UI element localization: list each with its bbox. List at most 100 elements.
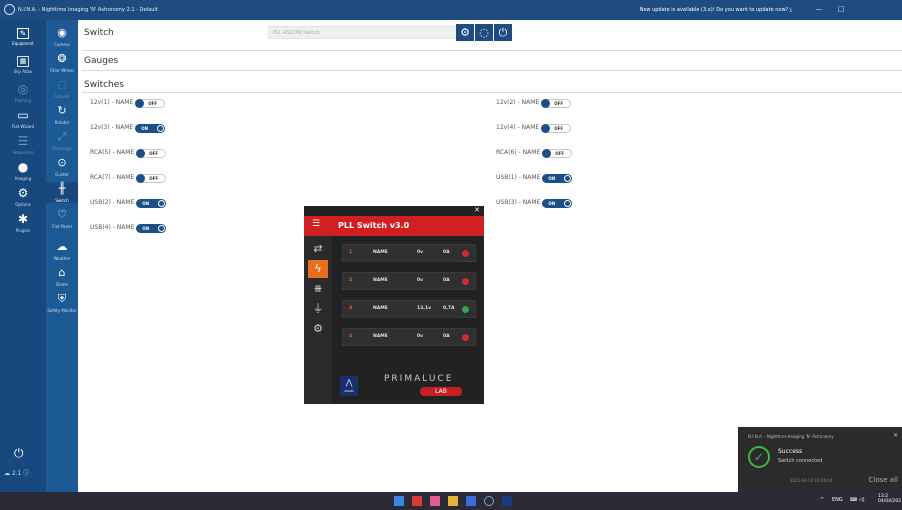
language-indicator[interactable]: ENG	[832, 497, 843, 503]
nav-sky-atlas[interactable]: ▦ Sky Atlas	[0, 56, 46, 74]
subnav-safety-monitor[interactable]: ⛨ Safety Monitor	[46, 292, 78, 313]
filter-wheel-icon: ❂	[57, 52, 67, 65]
device-select[interactable]: PLL ASCOM Switch ⌄	[268, 26, 468, 39]
hamburger-menu-icon[interactable]: ☰	[312, 219, 320, 229]
nav-equipment[interactable]: ✎ Equipment	[0, 28, 46, 46]
disconnect-button[interactable]: ⏻	[494, 24, 512, 41]
switch-toggle[interactable]: ON	[542, 173, 573, 183]
pll-output-row[interactable]: 2 NAME 0v 0A	[342, 272, 476, 290]
subnav-weather[interactable]: ☁ Weather	[46, 240, 78, 261]
switch-toggle[interactable]: OFF	[542, 148, 573, 158]
subnav-label: Weather	[53, 256, 71, 261]
tray-icons[interactable]: ⌨ ◁)	[850, 497, 865, 503]
usb-icon[interactable]: ⏚	[308, 300, 328, 318]
subnav-dome[interactable]: ⌂ Dome	[46, 266, 78, 287]
switch-icon: ╫	[58, 182, 66, 195]
sliders-icon[interactable]: ⧻	[308, 280, 328, 298]
clock[interactable]: 13:2 04/04/202	[878, 494, 901, 504]
subnav-camera[interactable]: ◉ Camera	[46, 26, 78, 47]
toggle-knob	[158, 224, 166, 232]
pll-row-num: 1	[349, 250, 353, 255]
toggle-state: OFF	[554, 100, 564, 106]
toggle-state: OFF	[148, 100, 158, 106]
options-icon: ⚙	[17, 186, 29, 200]
switch-toggle[interactable]: ON	[136, 198, 167, 208]
pll-row-name: NAME	[373, 250, 388, 255]
pll-output-row[interactable]: 4 NAME 0v 0A	[342, 328, 476, 346]
gear-icon[interactable]: ⚙	[308, 320, 328, 338]
divider	[82, 92, 902, 93]
power-icon[interactable]: ⏻	[14, 446, 24, 461]
toggle-knob	[541, 98, 551, 108]
switch-panel: Switch PLL ASCOM Switch ⌄ ⚙ ◌ ⏻ Gauges S…	[78, 20, 902, 492]
equipment-subnav: ◉ Camera ❂ Filter Wheel ◌ Focuser ↻ Rotator …	[46, 20, 78, 492]
app-x-icon[interactable]	[412, 496, 422, 506]
tray-chevron-icon[interactable]: ^	[820, 497, 824, 503]
switch-label: USB(4) - NAME	[90, 224, 135, 231]
nav-label: Plugins	[15, 228, 31, 233]
nav-label: Flat Wizard	[11, 124, 35, 129]
switch-row: RCA(5) - NAME OFF	[90, 148, 167, 158]
pll-output-row[interactable]: 3 NAME 13,1v 0,7A	[342, 300, 476, 318]
app-logo-icon	[4, 4, 15, 15]
app-arrow-icon[interactable]	[430, 496, 440, 506]
switch-row: USB(4) - NAME ON	[90, 223, 167, 233]
subnav-switch[interactable]: ╫ Switch	[46, 182, 78, 203]
minimize-icon[interactable]: —	[814, 5, 824, 15]
start-icon[interactable]	[394, 496, 404, 506]
toast-timestamp: 2025-04-04 16:26:44	[790, 478, 833, 483]
plugin-icon: ✱	[17, 212, 29, 226]
switch-toggle[interactable]: ON	[136, 223, 167, 233]
device-settings-button[interactable]: ⚙	[456, 24, 474, 41]
switch-toggle[interactable]: ON	[135, 123, 166, 133]
switch-toggle[interactable]: OFF	[135, 98, 166, 108]
focuser-icon: ◌	[57, 78, 67, 91]
ascom-taskbar-icon[interactable]	[502, 496, 512, 506]
vscode-icon[interactable]	[466, 496, 476, 506]
switch-label: 12v(4) - NAME	[496, 124, 540, 131]
nav-options[interactable]: ⚙ Options	[0, 186, 46, 207]
taskbar: ^ ENG ⌨ ◁) 13:2 04/04/202	[0, 492, 902, 510]
close-icon[interactable]: ✕	[893, 432, 898, 439]
switch-row: 12v(3) - NAME ON	[90, 123, 166, 133]
toggle-knob	[135, 98, 145, 108]
subnav-filter-wheel[interactable]: ❂ Filter Wheel	[46, 52, 78, 73]
close-all-button[interactable]: Close all	[869, 476, 898, 484]
ascom-label: ASCOM	[344, 390, 354, 393]
maximize-icon[interactable]: □	[836, 5, 846, 15]
subnav-flat-panel[interactable]: ♡ Flat Panel	[46, 208, 78, 229]
pll-output-row[interactable]: 1 NAME 0v 0A	[342, 244, 476, 262]
switch-toggle[interactable]: OFF	[136, 148, 167, 158]
nav-flat-wizard[interactable]: ▭ Flat Wizard	[0, 108, 46, 129]
title-bar: N.I.N.A. - Nighttime Imaging 'N' Astrono…	[0, 0, 902, 20]
switch-toggle[interactable]: ON	[542, 198, 573, 208]
nav-imaging[interactable]: ● Imaging	[0, 160, 46, 181]
notification-toast: N.I.N.A. - Nighttime Imaging 'N' Astrono…	[738, 427, 902, 492]
nav-framing[interactable]: ◎ Framing	[0, 82, 46, 103]
switch-label: 12v(1) - NAME	[90, 99, 134, 106]
toggle-knob	[136, 173, 146, 183]
nav-plugins[interactable]: ✱ Plugins	[0, 212, 46, 233]
subnav-focuser[interactable]: ◌ Focuser	[46, 78, 78, 99]
subnav-label: Safety Monitor	[47, 308, 77, 313]
nina-icon[interactable]	[484, 496, 494, 506]
version-label: 2.1	[11, 470, 22, 477]
pll-title: PLL Switch v3.0	[338, 221, 410, 230]
close-icon[interactable]: ✕	[474, 206, 480, 214]
primaluce-brand: PRIMALUCE	[384, 374, 454, 384]
switch-toggle[interactable]: OFF	[541, 98, 572, 108]
subnav-label: Guider	[55, 172, 69, 177]
divider	[82, 70, 902, 71]
subnav-telescope[interactable]: ⤢ Telescope	[46, 130, 78, 151]
swap-arrows-icon[interactable]: ⇄	[308, 240, 328, 258]
toast-app-name: N.I.N.A. - Nighttime Imaging 'N' Astrono…	[748, 434, 834, 439]
subnav-rotator[interactable]: ↻ Rotator	[46, 104, 78, 125]
file-explorer-icon[interactable]	[448, 496, 458, 506]
update-notice-link[interactable]: New update is available (3.x)! Do you wa…	[640, 7, 792, 13]
power-bolt-icon[interactable]: ϟ	[308, 260, 328, 278]
switch-toggle[interactable]: OFF	[136, 173, 167, 183]
switch-toggle[interactable]: OFF	[541, 123, 572, 133]
refresh-button[interactable]: ◌	[475, 24, 493, 41]
nav-sequencer[interactable]: ☰ Sequencer	[0, 134, 46, 155]
subnav-guider[interactable]: ⊙ Guider	[46, 156, 78, 177]
